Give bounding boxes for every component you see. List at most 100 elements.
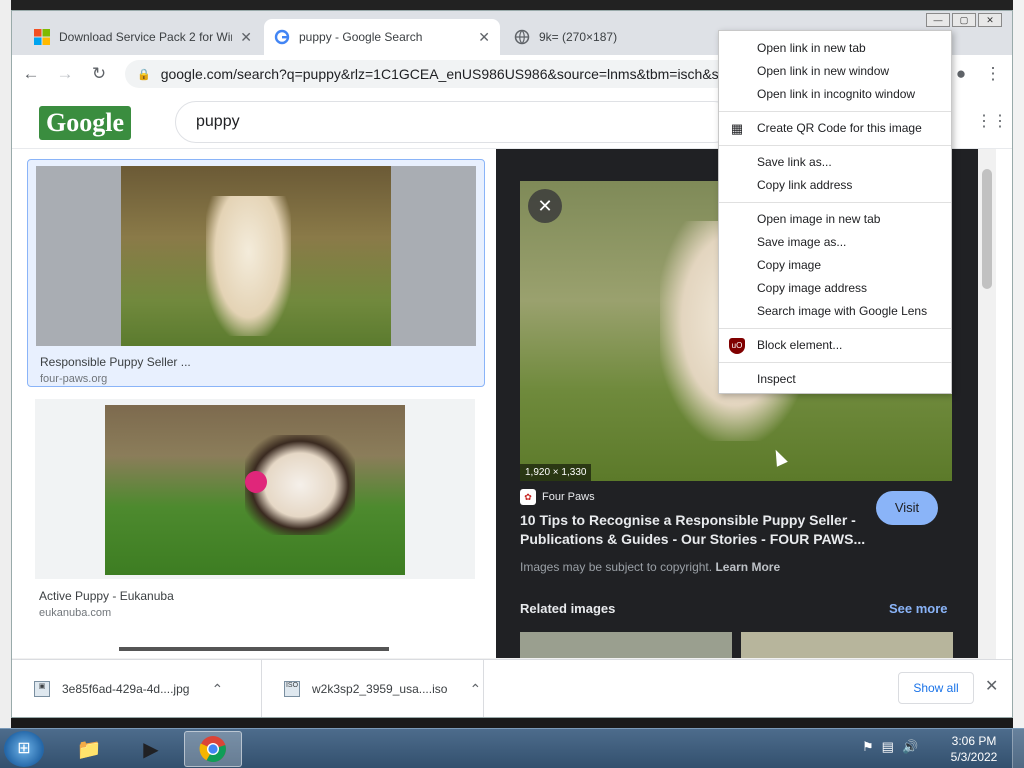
visit-button[interactable]: Visit <box>876 491 938 525</box>
ublock-shield-icon: uO <box>729 338 745 354</box>
pink-ball <box>245 471 267 493</box>
menu-item-label: Create QR Code for this image <box>757 121 922 135</box>
menu-separator <box>719 111 951 112</box>
google-g-icon <box>274 29 290 45</box>
action-center-flag-icon[interactable]: ⚑ <box>862 739 874 755</box>
media-player-icon[interactable]: ▶ <box>122 731 180 767</box>
qr-code-icon: ▦ <box>730 121 744 136</box>
menu-copy-link-address[interactable]: Copy link address <box>719 174 951 197</box>
site-name: Four Paws <box>542 491 595 503</box>
menu-open-link-new-window[interactable]: Open link in new window <box>719 60 951 83</box>
minimize-icon[interactable]: — <box>926 13 950 27</box>
related-thumbnail[interactable] <box>520 632 732 658</box>
result-caption[interactable]: Responsible Puppy Seller ... <box>40 355 191 369</box>
menu-save-image-as[interactable]: Save image as... <box>719 231 951 254</box>
context-menu: Open link in new tab Open link in new wi… <box>718 30 952 394</box>
maximize-icon[interactable]: ▢ <box>952 13 976 27</box>
image-dimensions: 1,920 × 1,330 <box>520 464 592 481</box>
menu-open-image-new-tab[interactable]: Open image in new tab <box>719 208 951 231</box>
menu-create-qr-code[interactable]: ▦ Create QR Code for this image <box>719 117 951 140</box>
menu-open-link-incognito[interactable]: Open link in incognito window <box>719 83 951 106</box>
tab-service-pack[interactable]: Download Service Pack 2 for Win ✕ <box>24 19 262 55</box>
menu-separator <box>719 362 951 363</box>
puppy-figure <box>206 196 291 336</box>
four-paws-favicon: ✿ <box>520 489 536 505</box>
tab-image[interactable]: 9k= (270×187) <box>504 19 724 55</box>
close-preview-icon[interactable]: ✕ <box>528 189 562 223</box>
download-filename: 3e85f6ad-429a-4d....jpg <box>62 682 190 696</box>
menu-save-link-as[interactable]: Save link as... <box>719 151 951 174</box>
tab-title: Download Service Pack 2 for Win <box>59 30 233 44</box>
chevron-up-icon[interactable]: ⌃ <box>211 681 223 698</box>
chrome-taskbar-icon[interactable] <box>184 731 242 767</box>
result-card[interactable]: Active Puppy - Eukanuba eukanuba.com <box>27 399 485 624</box>
download-item[interactable]: ▣ 3e85f6ad-429a-4d....jpg ⌃ <box>12 660 262 717</box>
preview-title[interactable]: 10 Tips to Recognise a Responsible Puppy… <box>520 511 870 549</box>
window-controls: — ▢ ✕ <box>926 13 1002 27</box>
show-all-button[interactable]: Show all <box>898 672 974 704</box>
image-results: Responsible Puppy Seller ... four-paws.o… <box>27 149 485 658</box>
downloads-bar: ▣ 3e85f6ad-429a-4d....jpg ⌃ ISO w2k3sp2_… <box>12 659 1012 717</box>
lock-icon: 🔒 <box>137 68 151 81</box>
close-tab-icon[interactable]: ✕ <box>240 29 252 46</box>
clock-time: 3:06 PM <box>951 734 997 748</box>
download-item[interactable]: ISO w2k3sp2_3959_usa....iso ⌃ <box>262 660 484 717</box>
iso-file-icon: ISO <box>284 681 300 697</box>
desktop-left-strip <box>0 0 11 728</box>
menu-copy-image[interactable]: Copy image <box>719 254 951 277</box>
result-image[interactable] <box>121 166 391 346</box>
see-more-link[interactable]: See more <box>889 601 948 616</box>
chevron-up-icon[interactable]: ⌃ <box>469 681 481 698</box>
result-image[interactable] <box>105 405 405 575</box>
volume-icon[interactable]: 🔊 <box>902 739 918 755</box>
taskbar-clock[interactable]: 3:06 PM 5/3/2022 <box>948 733 1000 765</box>
clock-date: 5/3/2022 <box>950 750 998 764</box>
image-file-icon: ▣ <box>34 681 50 697</box>
copyright-text: Images may be subject to copyright. <box>520 560 713 574</box>
copyright-notice: Images may be subject to copyright. Lear… <box>520 560 780 574</box>
next-result-edge <box>119 647 389 651</box>
related-thumbnail[interactable] <box>741 632 953 658</box>
menu-separator <box>719 202 951 203</box>
vertical-scrollbar[interactable] <box>978 149 996 658</box>
network-icon[interactable]: ▤ <box>882 739 894 755</box>
menu-open-link-new-tab[interactable]: Open link in new tab <box>719 37 951 60</box>
preview-site[interactable]: ✿ Four Paws <box>520 489 595 505</box>
close-downloads-icon[interactable]: ✕ <box>985 676 998 696</box>
tab-title: 9k= (270×187) <box>539 30 618 44</box>
menu-separator <box>719 328 951 329</box>
learn-more-link[interactable]: Learn More <box>715 560 780 574</box>
result-source: four-paws.org <box>40 373 108 385</box>
desktop-right-strip <box>1013 0 1024 728</box>
windows-taskbar: ⊞ 📁 ▶ ⚑ ▤ 🔊 3:06 PM 5/3/2022 <box>0 728 1024 768</box>
scrollbar-thumb[interactable] <box>982 169 992 289</box>
globe-icon <box>514 29 530 45</box>
menu-block-element[interactable]: uO Block element... <box>719 334 951 357</box>
close-window-icon[interactable]: ✕ <box>978 13 1002 27</box>
back-arrow-icon[interactable]: ← <box>16 59 46 89</box>
menu-inspect[interactable]: Inspect <box>719 368 951 391</box>
search-input[interactable]: puppy <box>175 101 735 143</box>
system-tray: ⚑ ▤ 🔊 <box>862 739 918 755</box>
result-source: eukanuba.com <box>39 607 112 619</box>
url-text: google.com/search?q=puppy&rlz=1C1GCEA_en… <box>160 66 727 82</box>
close-tab-icon[interactable]: ✕ <box>478 29 490 46</box>
result-caption[interactable]: Active Puppy - Eukanuba <box>39 589 174 603</box>
related-images-heading: Related images <box>520 601 616 616</box>
result-card[interactable]: Responsible Puppy Seller ... four-paws.o… <box>27 159 485 387</box>
file-explorer-icon[interactable]: 📁 <box>60 731 118 767</box>
menu-search-google-lens[interactable]: Search image with Google Lens <box>719 300 951 323</box>
start-button-icon[interactable]: ⊞ <box>4 731 44 767</box>
kebab-menu-icon[interactable]: ⋮ <box>978 59 1008 89</box>
apps-grid-icon[interactable]: ⋮⋮⋮ <box>976 111 1012 130</box>
show-desktop-button[interactable] <box>1012 729 1024 768</box>
chrome-logo-icon <box>199 736 226 763</box>
google-logo[interactable]: Google <box>39 106 131 140</box>
menu-separator <box>719 145 951 146</box>
menu-copy-image-address[interactable]: Copy image address <box>719 277 951 300</box>
download-filename: w2k3sp2_3959_usa....iso <box>312 682 448 696</box>
reload-icon[interactable]: ↻ <box>84 59 114 89</box>
forward-arrow-icon[interactable]: → <box>50 59 80 89</box>
tab-google-search[interactable]: puppy - Google Search ✕ <box>264 19 500 55</box>
windows-logo-icon <box>34 29 50 45</box>
